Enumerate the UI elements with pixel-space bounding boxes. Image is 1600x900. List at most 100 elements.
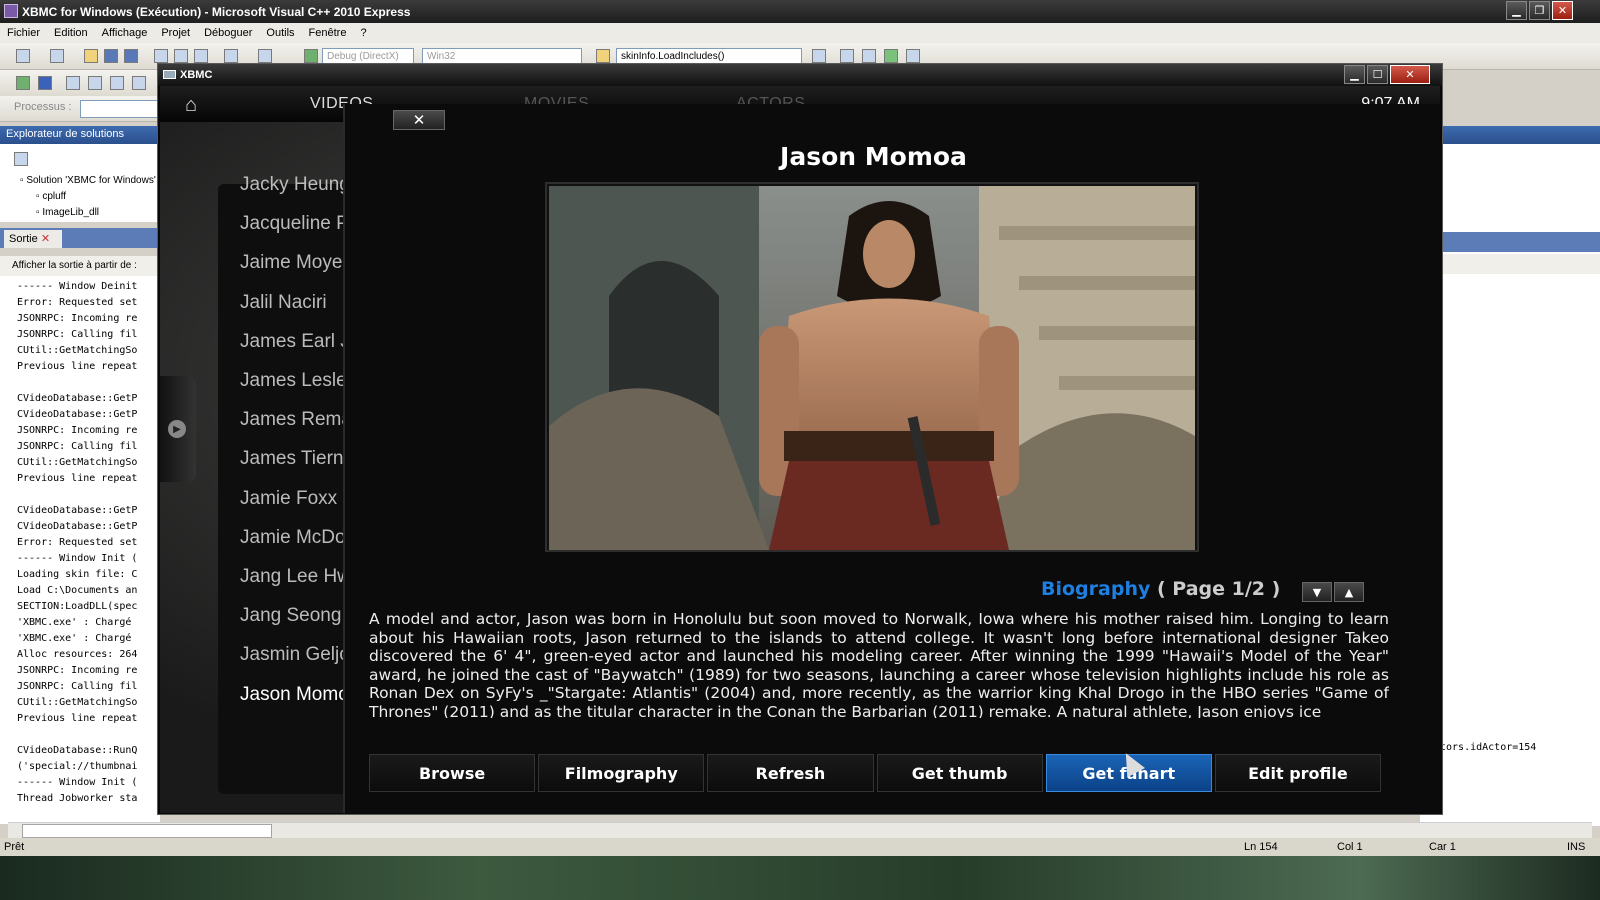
home-icon[interactable]: ⌂ [168,90,214,120]
biography-header: Biography ( Page 1/2 ) [1041,578,1280,600]
biography-label: Biography [1041,578,1151,600]
page-up-icon[interactable]: ▲ [1334,582,1364,602]
output-text[interactable]: ------ Window Deinit Error: Requested se… [0,276,160,824]
tree-item-cpluff[interactable]: ▫ cpluff [36,191,66,202]
xbmc-window: XBMC ▁ ☐ ✕ ⌂ VIDEOS MOVIES ACTORS 9:07 A… [157,63,1443,815]
edit-profile-button[interactable]: Edit profile [1214,754,1382,792]
dialog-button-row: Browse Filmography Refresh Get thumb Get… [369,754,1382,792]
menu-view[interactable]: Affichage [95,27,155,39]
save-all-icon[interactable] [124,49,138,63]
actor-name-title: Jason Momoa [780,142,967,171]
xbmc-app-icon [163,70,176,79]
actor-list-item[interactable]: Jalil Naciri [240,292,327,314]
filmography-button[interactable]: Filmography [538,754,705,792]
undo-icon[interactable] [224,49,238,63]
xbmc-window-title: XBMC [180,69,213,81]
menu-help[interactable]: ? [353,27,373,39]
minimize-icon[interactable]: ▁ [1506,1,1527,20]
status-ins: INS [1567,841,1586,853]
toolbar-icon-a[interactable] [812,49,826,63]
actor-list-item[interactable]: Jason Momoa [240,684,359,706]
visual-studio-icon [4,4,18,18]
process-toolbar: Processus : [0,96,160,122]
desktop-wallpaper [0,856,1600,900]
menu-window[interactable]: Fenêtre [302,27,354,39]
output-code-fragment: tors.idActor=154 [1440,742,1537,753]
xbmc-title-bar: XBMC ▁ ☐ ✕ [158,64,1442,86]
browse-button[interactable]: Browse [369,754,536,792]
close-icon[interactable]: ✕ [1552,1,1573,20]
restore-icon[interactable]: ❐ [1529,1,1550,20]
toolbar-icon-d[interactable] [884,49,898,63]
menu-edit[interactable]: Edition [47,27,95,39]
xbmc-window-controls: ▁ ☐ ✕ [1344,65,1430,84]
vs-title-bar: XBMC for Windows (Exécution) - Microsoft… [0,0,1600,23]
process-select[interactable] [80,100,160,118]
menu-file[interactable]: Fichier [0,27,47,39]
actor-photo-illustration [549,186,1195,550]
copy-icon[interactable] [174,49,188,63]
tree-item-imagelib[interactable]: ▫ ImageLib_dll [36,207,99,218]
step-over-icon[interactable] [88,76,102,90]
save-icon[interactable] [104,49,118,63]
toolbar-icon-b[interactable] [840,49,854,63]
menu-project[interactable]: Projet [154,27,197,39]
solution-tree: ▫ Solution 'XBMC for Windows' ▫ cpluff ▫… [0,144,160,222]
close-tab-icon[interactable]: ✕ [41,233,50,245]
actor-list-item[interactable]: Jaime Moyer [240,252,349,274]
add-item-icon[interactable] [50,49,64,63]
actor-list-item[interactable]: Jamie Foxx [240,488,337,510]
dialog-close-button[interactable]: ✕ [393,110,445,130]
hex-icon[interactable] [132,76,146,90]
get-thumb-button[interactable]: Get thumb [876,754,1043,792]
actor-list-item[interactable]: Jasmin Geljo [240,644,350,666]
status-char: Car 1 [1429,841,1456,853]
stop-icon[interactable] [38,76,52,90]
open-folder-icon[interactable] [84,49,98,63]
paste-icon[interactable] [194,49,208,63]
refresh-button[interactable]: Refresh [707,754,874,792]
actor-list-item[interactable]: James Remar [240,409,358,431]
toolbar-icon-c[interactable] [862,49,876,63]
new-project-icon[interactable] [16,49,30,63]
actor-photo [549,186,1195,550]
status-ready: Prêt [4,841,25,853]
actor-info-dialog: ✕ Jason Momoa Biography (Page 1/2) ▼ ▲… [343,104,1440,813]
actor-list-item[interactable]: Jacky Heung [240,174,350,196]
process-label: Processus : [14,101,72,113]
redo-icon[interactable] [258,49,272,63]
properties-icon[interactable] [14,152,28,166]
tab-output[interactable]: Sortie ✕ [4,230,62,248]
start-debug-icon[interactable] [304,49,318,63]
status-line: Ln 154 [1244,841,1278,853]
menu-tools[interactable]: Outils [259,27,301,39]
page-down-icon[interactable]: ▼ [1302,582,1332,602]
right-pane-header [1420,254,1600,274]
xbmc-minimize-icon[interactable]: ▁ [1344,65,1365,84]
step-out-icon[interactable] [110,76,124,90]
chevron-right-icon: ▶ [168,420,186,438]
page-arrows: ▼ ▲ [1302,582,1364,604]
xbmc-maximize-icon[interactable]: ☐ [1367,65,1388,84]
biography-text[interactable]: A model and actor, Jason was born in Hon… [369,610,1389,718]
vs-menubar: Fichier Edition Affichage Projet Débogue… [0,23,1600,43]
side-menu-handle[interactable]: ▶ [160,376,196,482]
solution-explorer-title: Explorateur de solutions [0,126,160,144]
output-tabs: Sortie ✕ [0,228,160,248]
step-into-icon[interactable] [66,76,80,90]
status-col: Col 1 [1337,841,1363,853]
tree-item-solution[interactable]: ▫ Solution 'XBMC for Windows' [20,175,156,186]
continue-icon[interactable] [16,76,30,90]
right-pane: tors.idActor=154 [1420,126,1600,826]
xbmc-close-icon[interactable]: ✕ [1390,65,1430,84]
cut-icon[interactable] [154,49,168,63]
actor-photo-frame [545,182,1199,552]
menu-debug[interactable]: Déboguer [197,27,259,39]
horizontal-scrollbar[interactable] [8,822,1592,838]
find-icon[interactable] [596,49,610,63]
scrollbar-thumb[interactable] [22,824,272,838]
page-indicator: ( Page 1/2 ) [1156,578,1281,600]
actor-list-item[interactable]: Jang Seong [240,605,341,627]
toolbar-icon-e[interactable] [906,49,920,63]
output-source-label: Afficher la sortie à partir de : [0,256,160,276]
